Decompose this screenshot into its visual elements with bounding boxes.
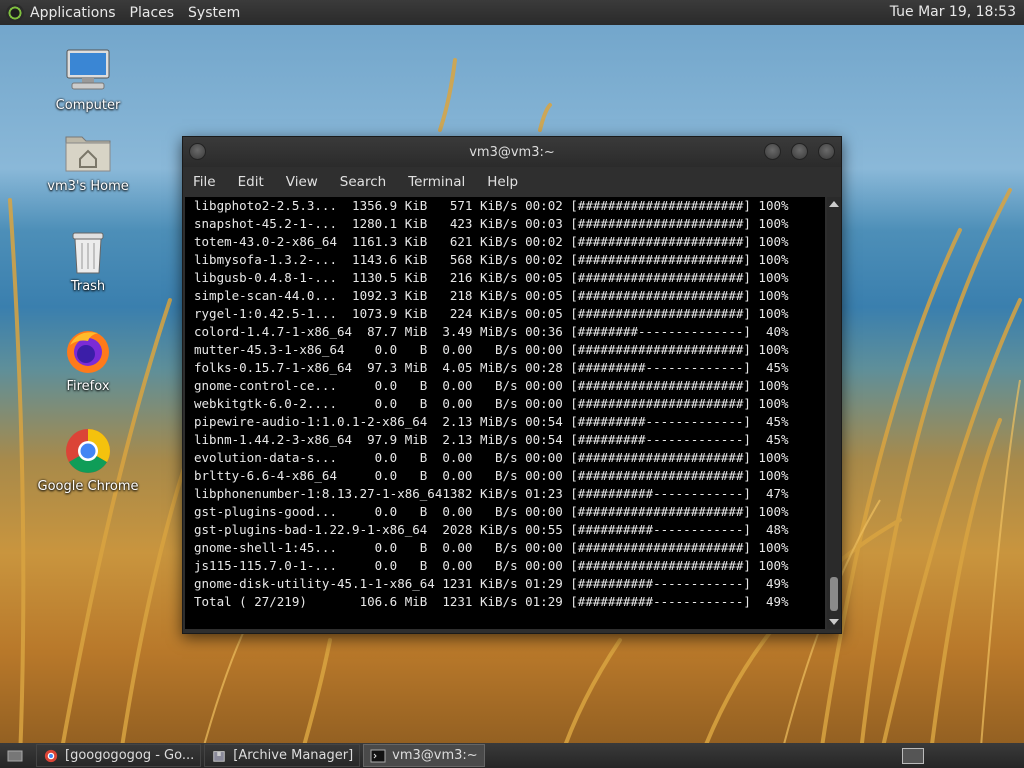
terminal-line: libgphoto2-2.5.3... 1356.9 KiB 571 KiB/s… [194, 198, 789, 213]
desktop-icon-label: Google Chrome [37, 479, 139, 494]
menu-terminal[interactable]: Terminal [408, 174, 465, 190]
desktop-icon-label: vm3's Home [47, 179, 129, 194]
terminal-line: gst-plugins-bad-1.22.9-1-x86_64 2028 KiB… [194, 522, 789, 537]
terminal-output[interactable]: libgphoto2-2.5.3... 1356.9 KiB 571 KiB/s… [185, 197, 825, 629]
menu-help[interactable]: Help [487, 174, 518, 190]
show-desktop-icon [7, 750, 23, 761]
home-folder-icon [64, 127, 112, 175]
terminal-line: libgusb-0.4.8-1-... 1130.5 KiB 216 KiB/s… [194, 270, 789, 285]
desktop-icon-label: Trash [70, 279, 106, 294]
terminal-line: folks-0.15.7-1-x86_64 97.3 MiB 4.05 MiB/… [194, 360, 789, 375]
desktop-icon-label: Computer [55, 98, 121, 113]
terminal-line: gnome-disk-utility-45.1-1-x86_64 1231 Ki… [194, 576, 789, 591]
terminal-line: evolution-data-s... 0.0 B 0.00 B/s 00:00… [194, 450, 789, 465]
window-title: vm3@vm3:~ [469, 145, 555, 160]
clock[interactable]: Tue Mar 19, 18:53 [890, 4, 1016, 20]
desktop-icon-firefox[interactable]: Firefox [33, 327, 143, 394]
menu-system[interactable]: System [188, 5, 240, 21]
terminal-line: libmysofa-1.3.2-... 1143.6 KiB 568 KiB/s… [194, 252, 789, 267]
terminal-line: mutter-45.3-1-x86_64 0.0 B 0.00 B/s 00:0… [194, 342, 789, 357]
desktop-icon-computer[interactable]: Computer [33, 46, 143, 113]
window-titlebar[interactable]: vm3@vm3:~ [183, 137, 841, 167]
menu-file[interactable]: File [193, 174, 216, 190]
close-button[interactable] [818, 143, 835, 160]
terminal-line: colord-1.4.7-1-x86_64 87.7 MiB 3.49 MiB/… [194, 324, 789, 339]
firefox-icon [64, 327, 112, 375]
maximize-button[interactable] [791, 143, 808, 160]
terminal-line: gst-plugins-good... 0.0 B 0.00 B/s 00:00… [194, 504, 789, 519]
task-chrome[interactable]: [googogogog - Go... [36, 744, 202, 767]
chrome-icon [64, 427, 112, 475]
scroll-down-arrow-icon[interactable] [829, 619, 839, 625]
terminal-line: pipewire-audio-1:1.0.1-2-x86_64 2.13 MiB… [194, 414, 789, 429]
terminal-line: js115-115.7.0-1-... 0.0 B 0.00 B/s 00:00… [194, 558, 789, 573]
main-menu-logo-icon[interactable] [6, 3, 24, 22]
trash-icon [64, 227, 112, 275]
terminal-line: simple-scan-44.0... 1092.3 KiB 218 KiB/s… [194, 288, 789, 303]
scroll-up-arrow-icon[interactable] [829, 201, 839, 207]
task-label: [googogogog - Go... [65, 748, 195, 763]
desktop-icon-home[interactable]: vm3's Home [33, 127, 143, 194]
scrollbar-thumb[interactable] [830, 577, 838, 611]
menu-applications[interactable]: Applications [30, 5, 116, 21]
workspace-switcher[interactable] [902, 748, 924, 764]
task-label: [Archive Manager] [233, 748, 354, 763]
menu-search[interactable]: Search [340, 174, 386, 190]
desktop-icon-label: Firefox [66, 379, 110, 394]
minimize-button[interactable] [764, 143, 781, 160]
terminal-scrollbar[interactable] [827, 197, 841, 629]
terminal-line: rygel-1:0.42.5-1... 1073.9 KiB 224 KiB/s… [194, 306, 789, 321]
task-archive-manager[interactable]: [Archive Manager] [204, 744, 361, 767]
task-terminal[interactable]: vm3@vm3:~ [363, 744, 485, 767]
terminal-line: Total ( 27/219) 106.6 MiB 1231 KiB/s 01:… [194, 594, 789, 609]
archive-manager-icon [213, 750, 225, 762]
terminal-window[interactable]: vm3@vm3:~ File Edit View Search Terminal… [182, 136, 842, 634]
top-panel: Applications Places System Tue Mar 19, 1… [0, 0, 1024, 25]
computer-icon [64, 46, 112, 94]
terminal-line: webkitgtk-6.0-2.... 0.0 B 0.00 B/s 00:00… [194, 396, 789, 411]
terminal-line: gnome-shell-1:45... 0.0 B 0.00 B/s 00:00… [194, 540, 789, 555]
terminal-line: libphonenumber-1:8.13.27-1-x86_641382 Ki… [194, 486, 789, 501]
terminal-line: totem-43.0-2-x86_64 1161.3 KiB 621 KiB/s… [194, 234, 789, 249]
terminal-line: brltty-6.6-4-x86_64 0.0 B 0.00 B/s 00:00… [194, 468, 789, 483]
desktop-icon-chrome[interactable]: Google Chrome [33, 427, 143, 494]
terminal-line: gnome-control-ce... 0.0 B 0.00 B/s 00:00… [194, 378, 789, 393]
terminal-menubar: File Edit View Search Terminal Help [183, 167, 841, 197]
menu-places[interactable]: Places [130, 5, 175, 21]
menu-view[interactable]: View [286, 174, 318, 190]
terminal-icon [370, 749, 386, 762]
show-desktop-button[interactable] [3, 745, 33, 766]
desktop-icon-trash[interactable]: Trash [33, 227, 143, 294]
task-label: vm3@vm3:~ [392, 748, 478, 763]
terminal-line: libnm-1.44.2-3-x86_64 97.9 MiB 2.13 MiB/… [194, 432, 789, 447]
menu-edit[interactable]: Edit [238, 174, 264, 190]
taskbar: [googogogog - Go... [Archive Manager] vm… [0, 743, 1024, 768]
chrome-icon [44, 749, 58, 762]
terminal-line: snapshot-45.2-1-... 1280.1 KiB 423 KiB/s… [194, 216, 789, 231]
